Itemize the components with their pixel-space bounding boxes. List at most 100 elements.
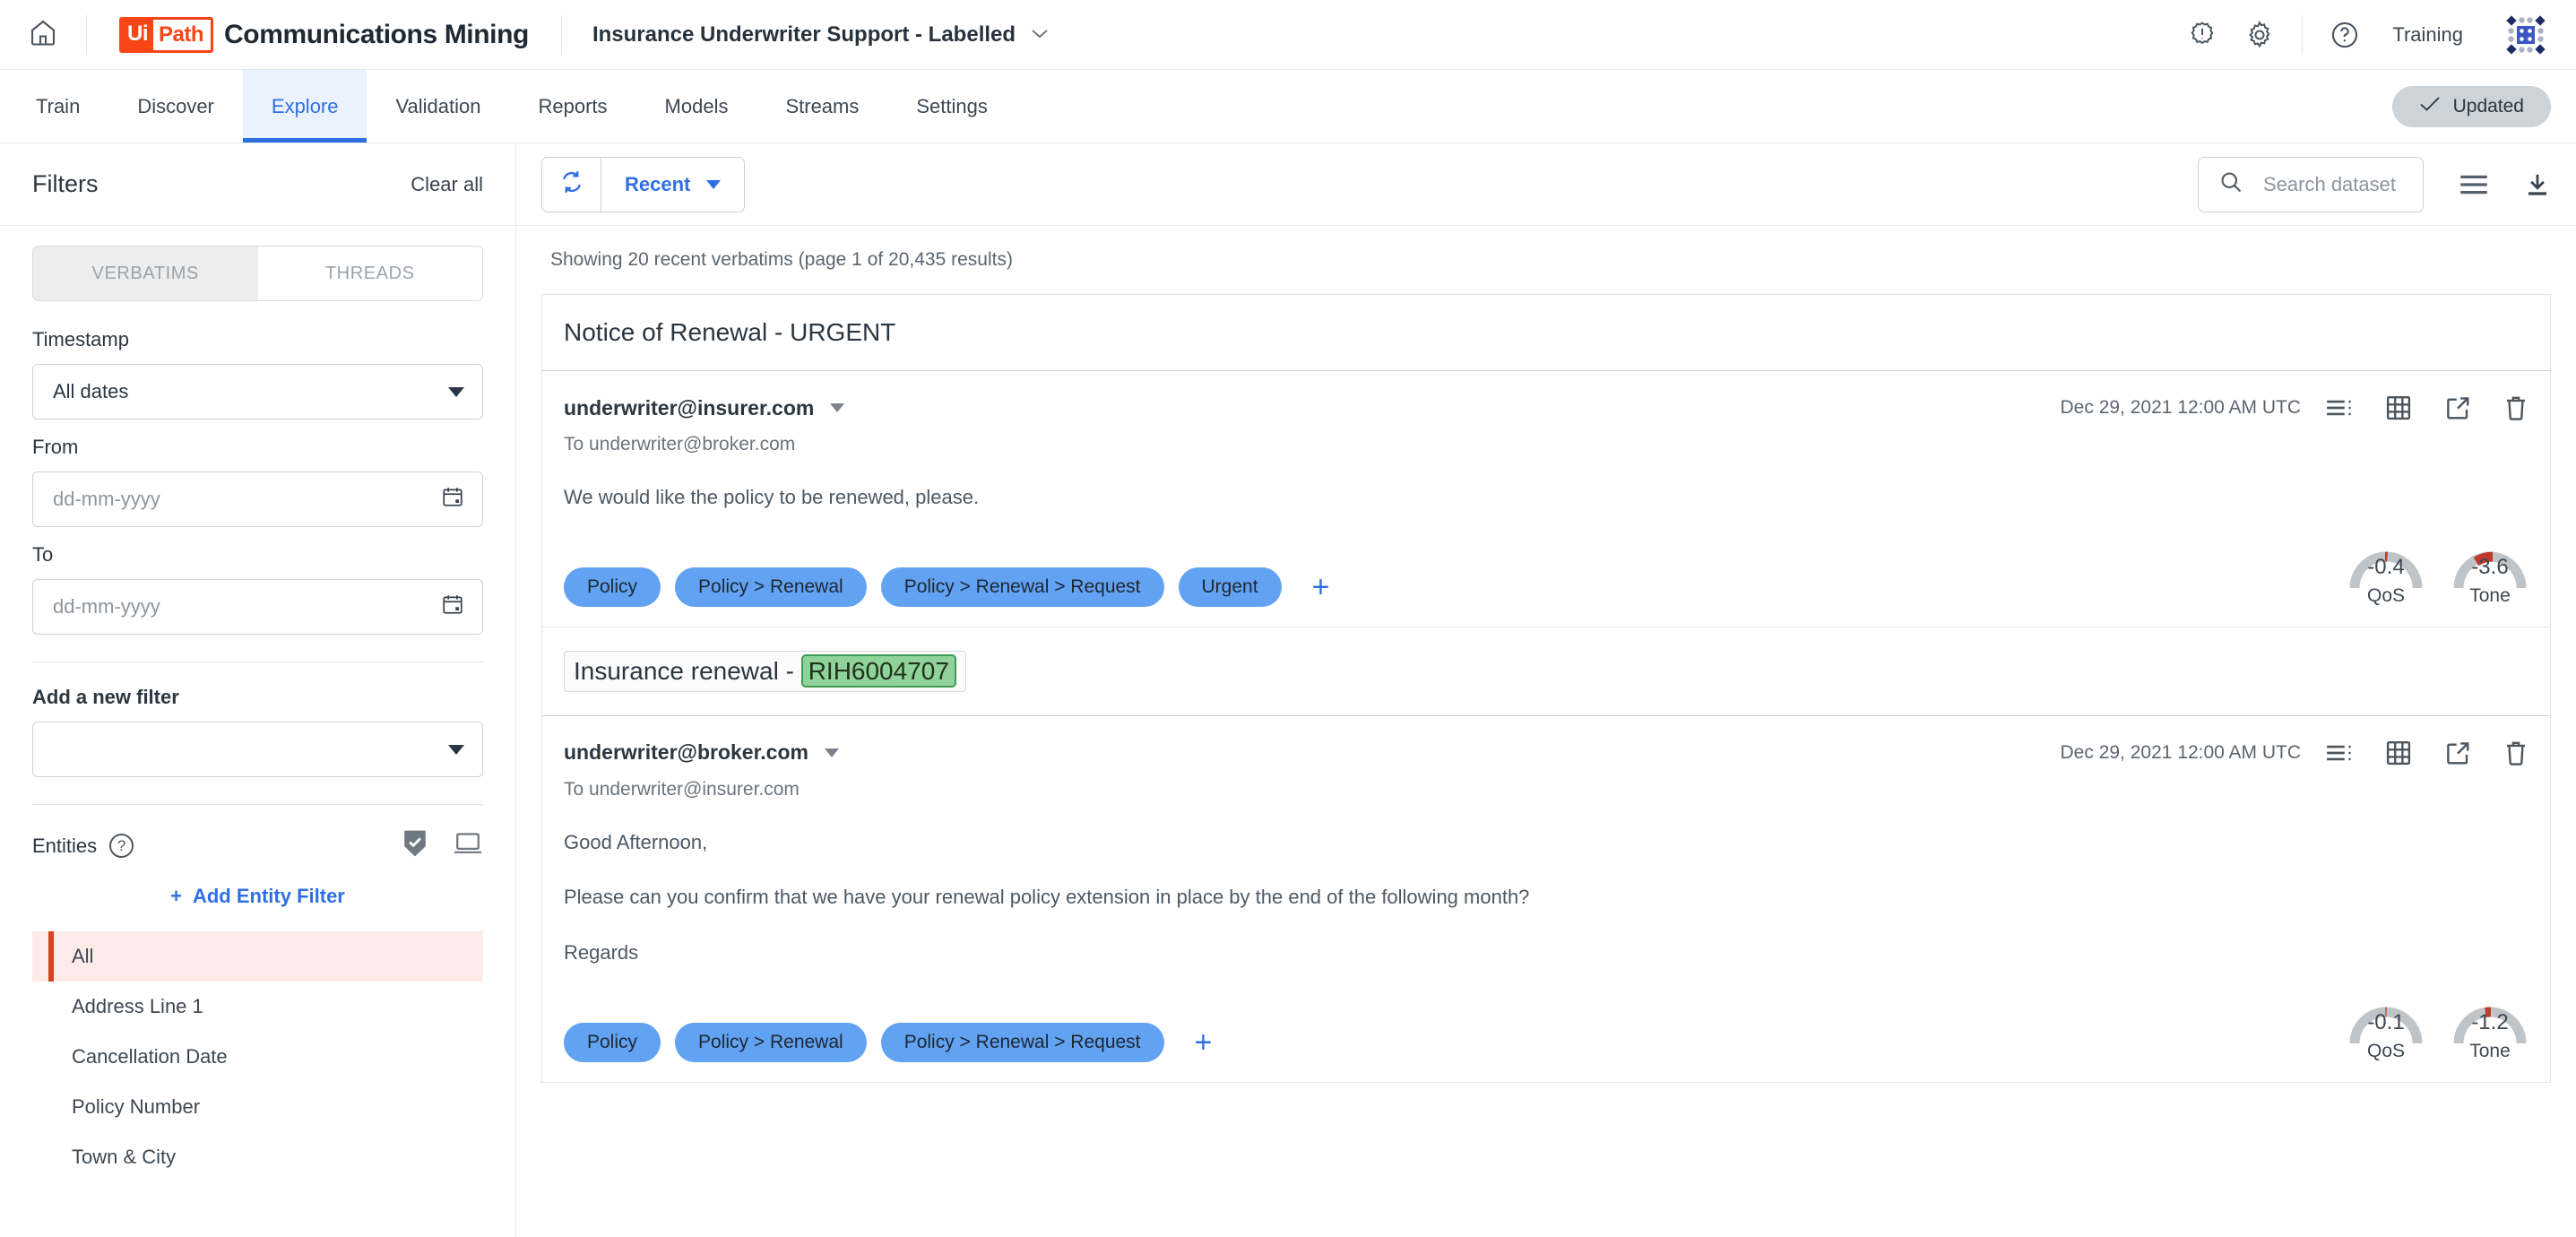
card-title: Notice of Renewal - URGENT [564,318,896,346]
gauge-tone: -3.6 Tone [2451,543,2528,607]
uipath-logo-icon: Ui Path [119,16,214,53]
message-paragraph: Please can you confirm that we have your… [564,886,1530,909]
refresh-button[interactable] [542,157,601,212]
download-icon[interactable] [2524,171,2551,198]
filters-title: Filters [32,170,99,197]
segment-threads[interactable]: THREADS [257,247,482,300]
label-tag[interactable]: Policy > Renewal > Request [880,567,1164,607]
project-selector[interactable]: Insurance Underwriter Support - Labelled [562,22,1080,48]
tab-reports[interactable]: Reports [509,70,635,143]
divider [2302,14,2304,55]
table-view-icon[interactable] [2385,740,2412,766]
table-view-icon[interactable] [2385,394,2412,421]
calendar-icon[interactable] [441,485,464,514]
timestamp-select[interactable]: All dates [32,364,483,420]
label-tags: Policy Policy > Renewal Policy > Renewal… [564,567,1329,607]
add-filter-select[interactable] [32,722,483,777]
laptop-icon[interactable] [453,830,483,861]
add-entity-filter-button[interactable]: + Add Entity Filter [32,885,483,908]
add-label-button[interactable]: + [1312,572,1330,602]
entity-item-policy-number[interactable]: Policy Number [32,1082,483,1132]
tab-settings[interactable]: Settings [887,70,1016,143]
to-date-input[interactable]: dd-mm-yyyy [32,579,483,635]
tab-label: Discover [137,94,214,117]
entity-item-cancellation-date[interactable]: Cancellation Date [32,1032,483,1082]
brand-logo: Ui Path Communications Mining [87,16,561,53]
entities-header: Entities ? [32,828,483,863]
filters-body: VERBATIMS THREADS Timestamp All dates Fr… [0,226,515,1182]
chevron-down-icon [448,744,464,755]
add-entity-filter-label: Add Entity Filter [192,885,345,907]
label-tag[interactable]: Policy [564,567,661,607]
tab-streams[interactable]: Streams [756,70,887,143]
gauge-qos: -0.4 QoS [2347,543,2425,607]
tab-explore[interactable]: Explore [242,70,367,143]
clear-all-button[interactable]: Clear all [411,173,483,196]
sentiment-gauges: -0.1 QoS -1.2 Tone [2347,999,2528,1062]
chevron-down-icon[interactable] [830,403,845,412]
list-detail-icon[interactable] [2326,398,2353,418]
search-input[interactable]: Search dataset [2198,156,2424,212]
label-tag[interactable]: Policy [564,1022,661,1062]
entity-highlight[interactable]: RIH6004707 [800,653,956,688]
calendar-icon[interactable] [441,593,464,621]
entity-item-town-city[interactable]: Town & City [32,1132,483,1182]
trash-icon[interactable] [2503,740,2528,766]
results-scroll-area[interactable]: Showing 20 recent verbatims (page 1 of 2… [516,226,2576,1237]
plus-icon: + [170,885,182,907]
tab-train[interactable]: Train [7,70,108,143]
logo-path-text: Path [159,22,204,47]
alert-badge-icon[interactable] [2187,20,2217,50]
chevron-down-icon[interactable] [824,748,839,757]
search-icon [2218,169,2243,199]
sort-dropdown[interactable]: Recent [601,157,745,212]
logo-ui-text: Ui [122,19,153,50]
add-label-button[interactable]: + [1195,1027,1213,1058]
main-layout: Filters Clear all VERBATIMS THREADS Time… [0,143,2576,1237]
app-grid-icon[interactable] [2506,14,2546,55]
label-tag[interactable]: Policy > Renewal > Request [880,1022,1164,1062]
refresh-icon [558,169,585,200]
open-external-icon[interactable] [2444,740,2471,766]
entity-list: All Address Line 1 Cancellation Date Pol… [32,931,483,1182]
verbatims-threads-toggle: VERBATIMS THREADS [32,246,483,301]
entity-item-address-line-1[interactable]: Address Line 1 [32,982,483,1032]
sender-email: underwriter@insurer.com [564,395,815,420]
entity-item-all[interactable]: All [32,931,483,982]
list-detail-icon[interactable] [2326,743,2353,763]
tab-discover[interactable]: Discover [108,70,243,143]
divider [32,804,483,805]
tab-models[interactable]: Models [636,70,757,143]
label-tag[interactable]: Policy > Renewal [675,567,867,607]
main-nav: Train Discover Explore Validation Report… [0,70,2576,143]
recipient-line: To underwriter@insurer.com [564,778,800,800]
label-tag[interactable]: Policy > Renewal [675,1022,867,1062]
verbatim-card[interactable]: Insurance renewal - RIH6004707 underwrit… [541,627,2551,1083]
message-paragraph: Good Afternoon, [564,830,708,853]
results-summary: Showing 20 recent verbatims (page 1 of 2… [550,249,1013,270]
gear-icon[interactable] [2244,20,2275,50]
open-external-icon[interactable] [2444,394,2471,421]
timestamp: Dec 29, 2021 12:00 AM UTC [2060,741,2301,763]
question-mark-icon[interactable]: ? [109,834,134,858]
timestamp-label: Timestamp [32,328,129,350]
shield-check-icon[interactable] [401,828,429,863]
content-area: Recent Search dataset Showing 20 recent … [516,143,2576,1237]
add-filter-label: Add a new filter [32,686,179,708]
tab-validation[interactable]: Validation [367,70,509,143]
entity-label: Town & City [72,1146,177,1168]
from-date-input[interactable]: dd-mm-yyyy [32,471,483,527]
list-view-icon[interactable] [2459,173,2488,196]
gauge-value: -0.4 [2367,554,2405,579]
gauge-qos: -0.1 QoS [2347,999,2425,1062]
help-circle-icon[interactable] [2330,20,2360,50]
message-header: underwriter@insurer.com Dec 29, 2021 12:… [564,394,2528,421]
label-tag[interactable]: Urgent [1178,567,1282,607]
to-label: To [32,543,54,566]
home-button[interactable] [0,0,86,70]
verbatim-card[interactable]: Notice of Renewal - URGENT underwriter@i… [541,294,2551,627]
check-icon [2419,96,2441,117]
segment-verbatims[interactable]: VERBATIMS [33,247,258,300]
status-badge-label: Updated [2452,95,2524,117]
trash-icon[interactable] [2503,394,2528,421]
